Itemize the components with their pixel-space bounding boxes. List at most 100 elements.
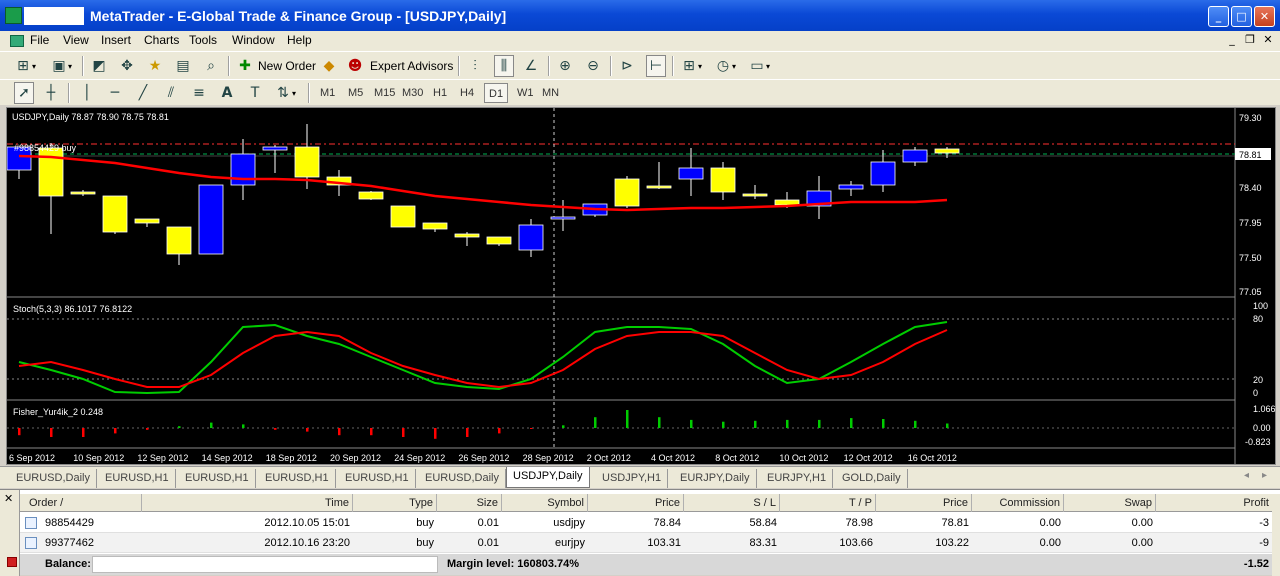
header-commission[interactable]: Commission [972,494,1064,512]
terminal-icon[interactable]: ▤ [174,57,192,75]
menu-charts[interactable]: Charts [144,33,179,47]
equidistant-channel-icon[interactable]: ⫽ [162,84,180,102]
favorites-icon[interactable]: ★ [146,57,164,75]
fisher-bar-positive [178,426,181,428]
indicators-icon[interactable]: ⊞ [680,57,698,75]
mdi-minimize-button[interactable]: _ [1224,33,1240,47]
fibonacci-icon[interactable]: ≡ [190,84,208,102]
navigator-icon[interactable]: ✥ [118,57,136,75]
tab-scroll-left-icon[interactable]: ◂ [1244,470,1249,481]
tab-eurusd-h1[interactable]: EURUSD,H1 [339,469,416,488]
crosshair-icon[interactable]: ┼ [42,84,60,102]
header-price[interactable]: Price [588,494,684,512]
timeframe-mn[interactable]: MN [538,83,563,103]
menu-view[interactable]: View [63,33,89,47]
header-size[interactable]: Size [437,494,502,512]
header-type[interactable]: Type [353,494,437,512]
tab-eurusd-h1[interactable]: EURUSD,H1 [259,469,336,488]
order-row[interactable]: 99377462 2012.10.16 23:20 buy 0.01 eurjp… [20,533,1272,553]
fisher-bar-negative [370,428,373,436]
header-tp[interactable]: T / P [780,494,876,512]
horizontal-line-icon[interactable]: ─ [106,84,124,102]
chart-shift-icon[interactable]: ⊢ [647,57,665,75]
tab-eurusd-daily[interactable]: EURUSD,Daily [10,469,97,488]
periods-icon[interactable]: ◷ [714,57,732,75]
zoom-out-icon[interactable]: ⊖ [584,57,602,75]
templates-icon[interactable]: ▭ [748,57,766,75]
tab-usdjpy-daily[interactable]: USDJPY,Daily [506,467,590,488]
terminal-scrollbar[interactable] [1272,494,1280,576]
new-order-button[interactable]: ✚ New Order [236,55,316,77]
timeframe-m5[interactable]: M5 [344,83,367,103]
fisher-bar-positive [754,420,757,428]
header-sl[interactable]: S / L [684,494,780,512]
header-profit[interactable]: Profit [1156,494,1272,512]
terminal-close-icon[interactable]: ✕ [4,492,13,505]
expert-advisors-button[interactable]: ☻ Expert Advisors [346,55,454,77]
date-axis: 6 Sep 2012 10 Sep 2012 12 Sep 2012 14 Sep 2… [9,453,957,463]
meta-editor-icon[interactable]: ◆ [320,57,338,75]
fisher-bar-positive [658,417,661,428]
bullish-candle [902,149,928,163]
bullish-candle [870,161,896,186]
header-symbol[interactable]: Symbol [502,494,588,512]
timeframe-h4[interactable]: H4 [456,83,478,103]
market-watch-icon[interactable]: ◩ [90,57,108,75]
auto-scroll-icon[interactable]: ⊳ [618,57,636,75]
chart-canvas[interactable]: USDJPY,Daily 78.87 78.90 78.75 78.81 #98… [7,108,1275,464]
candlestick-icon[interactable]: ⫼ [495,57,513,75]
tab-scroll-right-icon[interactable]: ▸ [1262,470,1267,481]
strategy-tester-icon[interactable]: ⌕ [202,57,220,75]
zoom-in-icon[interactable]: ⊕ [556,57,574,75]
header-order[interactable]: Order / [26,494,142,512]
maximize-button[interactable]: □ [1231,6,1252,27]
menu-bar: File View Insert Charts Tools Window Hel… [0,31,1280,51]
price-label-3: 78.40 [1239,183,1262,193]
tab-eurusd-daily[interactable]: EURUSD,Daily [419,469,506,488]
timeframe-w1[interactable]: W1 [513,83,538,103]
line-chart-icon[interactable]: ∠ [522,57,540,75]
tab-eurusd-h1[interactable]: EURUSD,H1 [179,469,256,488]
header-current-price[interactable]: Price [876,494,972,512]
trendline-icon[interactable]: ╱ [134,84,152,102]
tab-eurusd-h1[interactable]: EURUSD,H1 [99,469,176,488]
timeframe-h1[interactable]: H1 [429,83,451,103]
header-swap[interactable]: Swap [1064,494,1156,512]
tab-gold-daily[interactable]: GOLD,Daily [836,469,908,488]
bearish-candle [294,146,320,178]
fisher-layer [18,410,949,439]
menu-insert[interactable]: Insert [101,33,131,47]
close-button[interactable]: ✕ [1254,6,1275,27]
menu-window[interactable]: Window [232,33,275,47]
menu-tools[interactable]: Tools [189,33,217,47]
tab-eurjpy-daily[interactable]: EURJPY,Daily [674,469,757,488]
bar-chart-icon[interactable]: ⫶ [466,57,484,75]
timeframe-m1[interactable]: M1 [316,83,339,103]
arrows-icon[interactable]: ⇅ [274,84,292,102]
vertical-line-icon[interactable]: │ [78,84,96,102]
new-chart-icon[interactable]: ⊞ [14,57,32,75]
fisher-bar-negative [306,428,309,432]
timeframe-m15[interactable]: M15 [370,83,399,103]
text-icon[interactable]: A [218,84,236,102]
balance-icon [7,557,17,567]
timeframe-d1[interactable]: D1 [484,83,509,103]
timeframe-m30[interactable]: M30 [398,83,427,103]
stoch-level-0: 0 [1253,388,1258,398]
minimize-button[interactable]: _ [1208,6,1229,27]
header-time[interactable]: Time [142,494,353,512]
mdi-close-button[interactable]: ✕ [1260,33,1276,47]
menu-help[interactable]: Help [287,33,312,47]
order-row[interactable]: 98854429 2012.10.05 15:01 buy 0.01 usdjp… [20,513,1272,533]
cursor-icon[interactable]: ➚ [15,84,33,102]
mdi-restore-button[interactable]: ❐ [1242,33,1258,47]
tab-usdjpy-h1[interactable]: USDJPY,H1 [596,469,669,488]
profiles-icon[interactable]: ▣ [50,57,68,75]
menu-file[interactable]: File [30,33,49,47]
date-label: 12 Sep 2012 [137,453,188,463]
fisher-label: Fisher_Yur4ik_2 0.248 [13,407,103,417]
chart-window[interactable]: USDJPY,Daily 78.87 78.90 78.75 78.81 #98… [6,107,1276,465]
bearish-candle [454,233,480,238]
tab-eurjpy-h1[interactable]: EURJPY,H1 [761,469,834,488]
text-label-icon[interactable]: T [246,84,264,102]
